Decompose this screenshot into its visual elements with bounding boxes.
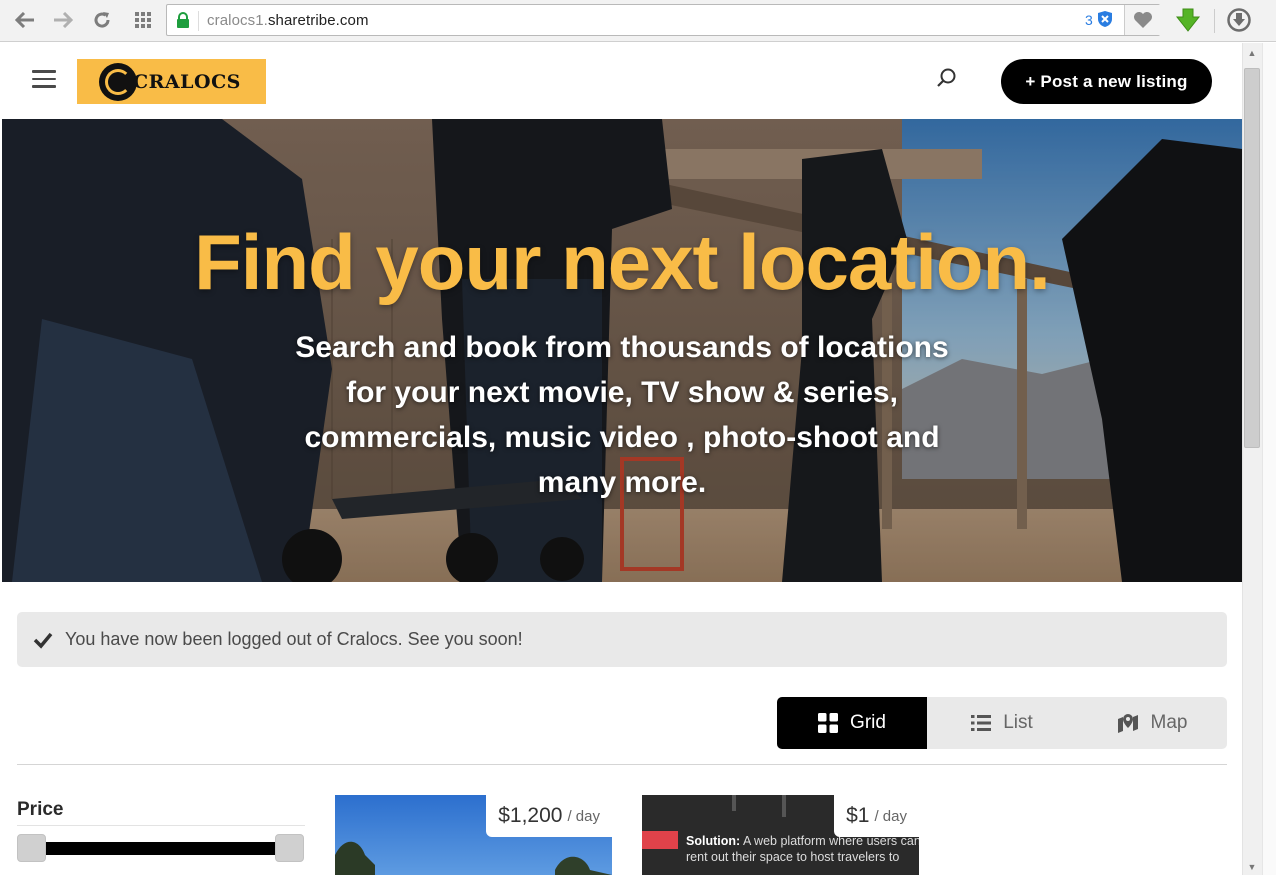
outer-scrollbar [1262,43,1276,875]
bookmark-button[interactable] [1124,5,1160,35]
address-bar-divider [198,11,199,31]
price-max-handle[interactable] [275,834,304,862]
listing-price-unit: / day [874,807,907,825]
listing-price-tag: $1 / day [834,795,919,837]
view-list-label: List [1003,712,1033,733]
heart-icon [1133,12,1152,28]
apps-grid-icon [135,12,151,28]
view-map-button[interactable]: Map [1077,697,1227,749]
listing-image-caption: Solution: A web platform where users can… [686,833,919,865]
site-logo[interactable]: CRALOCS [77,59,266,104]
view-list-button[interactable]: List [927,697,1077,749]
site-header: CRALOCS + Post a new listing [2,43,1242,119]
hero-subtitle: Search and book from thousands of locati… [295,331,949,499]
forward-button[interactable] [50,8,76,32]
toolbar-divider [1214,9,1215,33]
apps-button[interactable] [130,8,156,32]
view-toggle: Grid List Map [777,697,1227,749]
lock-icon [177,12,189,28]
grid-icon [818,713,839,733]
search-icon[interactable] [934,67,958,91]
post-listing-button[interactable]: + Post a new listing [1001,59,1212,104]
address-bar[interactable]: cralocs1.sharetribe.com 3 [166,4,1160,36]
list-icon [971,715,992,731]
hero-title: Find your next location. [194,218,1051,306]
listing-card[interactable]: Solution: A web platform where users can… [642,795,919,875]
price-filter-label: Price [17,799,64,820]
scroll-up-arrow-icon[interactable]: ▲ [1246,48,1258,58]
view-grid-button[interactable]: Grid [777,697,927,749]
section-divider [17,764,1227,765]
checkmark-icon [33,632,53,649]
url-subdomain: cralocs1. [207,12,268,29]
extension-badge-count: 3 [1085,12,1093,28]
menu-icon[interactable] [32,70,56,88]
forward-arrow-icon [54,12,73,28]
map-icon [1117,714,1138,733]
page-viewport: CRALOCS + Post a new listing Find your n… [2,43,1242,875]
price-filter-rule [17,825,305,826]
listing-card[interactable]: $1,200 / day [335,795,612,875]
listing-price-tag: $1,200 / day [486,795,612,837]
price-range-track[interactable] [42,842,282,855]
back-button[interactable] [12,8,38,32]
browser-toolbar: cralocs1.sharetribe.com 3 [0,0,1276,42]
reload-button[interactable] [89,8,115,32]
logo-mark-icon [99,62,137,101]
downloads-circle-icon[interactable] [1226,7,1252,33]
listing-price: $1,200 [498,804,563,827]
reload-icon [94,12,110,28]
scrollbar-thumb[interactable] [1244,68,1260,448]
url-domain: sharetribe.com [267,12,369,29]
flash-notice: You have now been logged out of Cralocs.… [17,612,1227,667]
listing-price-unit: / day [567,807,600,825]
download-arrow-icon[interactable] [1175,7,1201,33]
scroll-down-arrow-icon[interactable]: ▼ [1246,862,1258,872]
url-text[interactable]: cralocs1.sharetribe.com [207,12,369,29]
listing-price: $1 [846,804,870,827]
back-arrow-icon [15,12,34,28]
price-min-handle[interactable] [17,834,46,862]
listing-caption-bold: Solution: [686,834,741,848]
view-map-label: Map [1150,712,1188,733]
logo-text: CRALOCS [133,70,241,93]
shield-extension-icon[interactable] [1097,10,1113,28]
flash-message: You have now been logged out of Cralocs.… [65,629,523,649]
hero-banner: Find your next location. Search and book… [2,119,1242,582]
view-grid-label: Grid [850,712,886,733]
